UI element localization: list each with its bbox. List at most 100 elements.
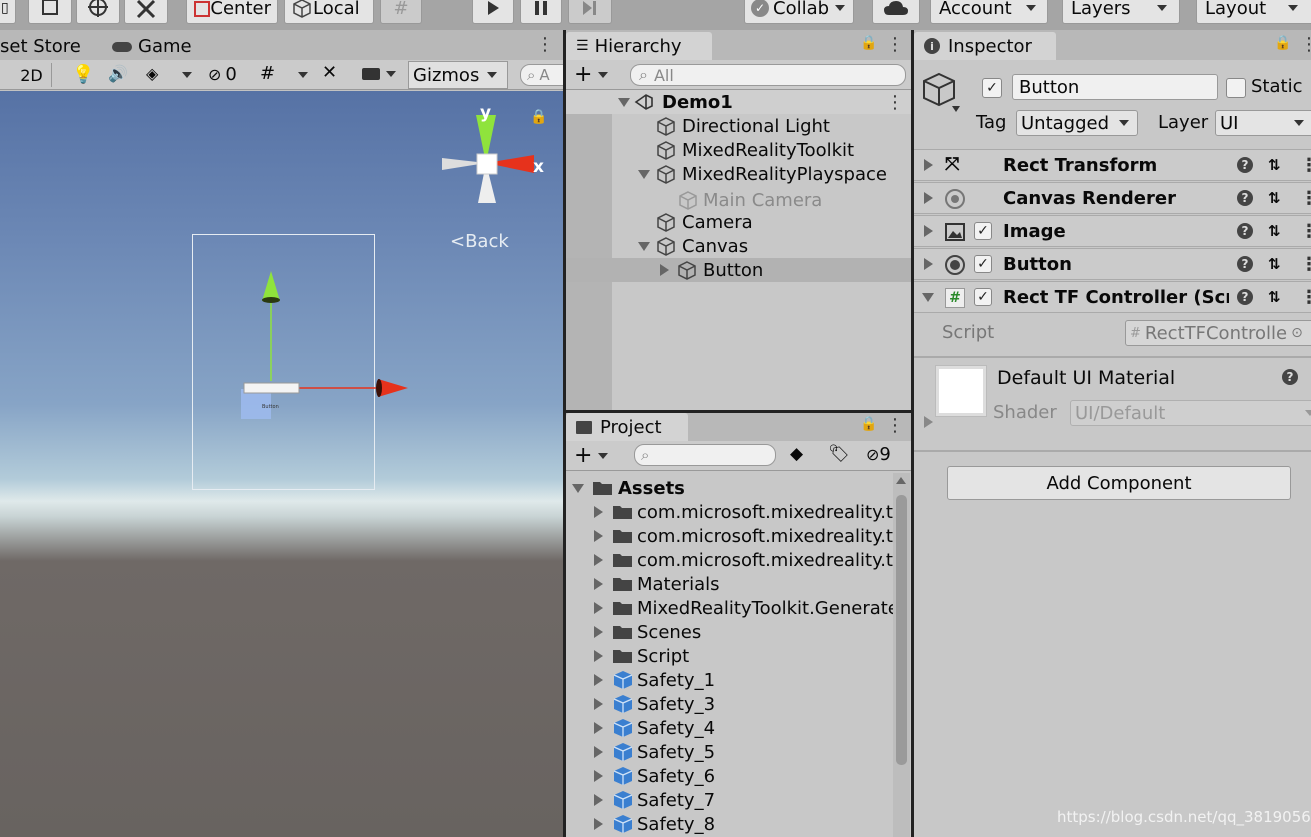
lock-icon[interactable]: 🔒 bbox=[1274, 35, 1291, 51]
component-enabled-checkbox[interactable]: ✓ bbox=[974, 288, 992, 306]
hierarchy-row[interactable]: MixedRealityToolkit bbox=[566, 138, 912, 162]
play-button[interactable] bbox=[472, 0, 514, 24]
hidden-packages-toggle[interactable]: ⊘ 9 bbox=[866, 444, 891, 465]
project-item-row[interactable]: Safety_5 bbox=[566, 740, 893, 764]
tools-icon[interactable]: ✕ bbox=[322, 62, 337, 83]
expand-toggle-icon[interactable] bbox=[594, 818, 603, 830]
expand-toggle-icon[interactable] bbox=[924, 258, 933, 270]
help-icon[interactable]: ? bbox=[1237, 190, 1253, 206]
object-name-input[interactable]: Button bbox=[1012, 74, 1218, 100]
expand-toggle-icon[interactable] bbox=[638, 170, 650, 179]
expand-toggle-icon[interactable] bbox=[924, 159, 933, 171]
help-icon[interactable]: ? bbox=[1237, 289, 1253, 305]
active-checkbox[interactable]: ✓ bbox=[982, 78, 1002, 98]
project-item-row[interactable]: Script bbox=[566, 644, 893, 668]
hierarchy-row[interactable]: Directional Light bbox=[566, 114, 912, 138]
component-menu-icon[interactable]: ⋮ bbox=[1300, 254, 1311, 275]
expand-toggle-icon[interactable] bbox=[572, 484, 584, 493]
add-component-button[interactable]: Add Component bbox=[947, 466, 1291, 500]
project-item-row[interactable]: com.microsoft.mixedreality.tc bbox=[566, 524, 893, 548]
component-menu-icon[interactable]: ⋮ bbox=[1300, 287, 1311, 308]
scroll-thumb[interactable] bbox=[896, 495, 907, 765]
expand-toggle-icon[interactable] bbox=[594, 530, 603, 542]
project-item-row[interactable]: Safety_8 bbox=[566, 812, 893, 836]
expand-toggle-icon[interactable] bbox=[924, 192, 933, 204]
project-scrollbar[interactable] bbox=[893, 473, 910, 837]
snap-button[interactable]: # bbox=[380, 0, 422, 24]
pivot-center-button[interactable]: Center bbox=[186, 0, 278, 24]
project-item-row[interactable]: com.microsoft.mixedreality.tc bbox=[566, 548, 893, 572]
tab-game[interactable]: Game bbox=[112, 36, 192, 57]
scene-menu-icon[interactable]: ⋮ bbox=[886, 92, 904, 113]
expand-toggle-icon[interactable] bbox=[594, 650, 603, 662]
component-canvas-renderer[interactable]: Canvas Renderer ? ⇅ ⋮ bbox=[914, 182, 1311, 214]
hierarchy-row-selected[interactable]: Button bbox=[566, 258, 912, 282]
expand-toggle-icon[interactable] bbox=[594, 722, 603, 734]
static-checkbox[interactable] bbox=[1226, 78, 1246, 98]
project-item-row[interactable]: MixedRealityToolkit.Generate bbox=[566, 596, 893, 620]
filter-by-label-icon[interactable]: 🏷 bbox=[828, 444, 850, 464]
tab-inspector[interactable]: i Inspector bbox=[914, 32, 1056, 60]
transform-tool-button[interactable] bbox=[76, 0, 120, 24]
component-button[interactable]: ✓ Button ? ⇅ ⋮ bbox=[914, 248, 1311, 280]
collapse-toggle-icon[interactable] bbox=[922, 293, 934, 302]
settings-sliders-icon[interactable]: ⇅ bbox=[1268, 255, 1281, 273]
expand-toggle-icon[interactable] bbox=[594, 578, 603, 590]
tab-hierarchy[interactable]: ☰ Hierarchy bbox=[566, 32, 712, 60]
settings-sliders-icon[interactable]: ⇅ bbox=[1268, 156, 1281, 174]
settings-sliders-icon[interactable]: ⇅ bbox=[1268, 222, 1281, 240]
expand-toggle-icon[interactable] bbox=[594, 554, 603, 566]
gameobject-cube-icon[interactable] bbox=[922, 72, 962, 116]
scroll-up-icon[interactable] bbox=[896, 477, 906, 484]
component-rect-transform[interactable]: ⤧ Rect Transform ? ⇅ ⋮ bbox=[914, 149, 1311, 181]
expand-toggle-icon[interactable] bbox=[594, 770, 603, 782]
expand-toggle-icon[interactable] bbox=[594, 674, 603, 686]
panel-menu-icon[interactable]: ⋮ bbox=[886, 34, 904, 55]
rect-tool-button[interactable] bbox=[28, 0, 72, 24]
custom-tool-button[interactable] bbox=[124, 0, 168, 24]
hierarchy-row[interactable]: Canvas bbox=[566, 234, 912, 258]
visibility-toggle[interactable]: ⊘ 0 bbox=[208, 64, 237, 85]
hierarchy-row[interactable]: Camera bbox=[566, 210, 912, 234]
project-item-row[interactable]: Safety_6 bbox=[566, 764, 893, 788]
chevron-down-icon[interactable] bbox=[298, 72, 308, 78]
settings-sliders-icon[interactable]: ⇅ bbox=[1268, 288, 1281, 306]
effects-icon[interactable]: ◈ bbox=[146, 64, 158, 83]
camera-dropdown[interactable] bbox=[362, 68, 396, 80]
tab-project[interactable]: Project bbox=[566, 413, 688, 441]
component-enabled-checkbox[interactable]: ✓ bbox=[974, 222, 992, 240]
expand-toggle-icon[interactable] bbox=[618, 98, 630, 107]
expand-toggle-icon[interactable] bbox=[924, 225, 933, 237]
component-menu-icon[interactable]: ⋮ bbox=[1300, 155, 1311, 176]
project-item-row[interactable]: Safety_3 bbox=[566, 692, 893, 716]
component-enabled-checkbox[interactable]: ✓ bbox=[974, 255, 992, 273]
hierarchy-row[interactable]: Demo1 ⋮ bbox=[566, 90, 912, 114]
project-item-row[interactable]: com.microsoft.mixedreality.tc bbox=[566, 500, 893, 524]
project-search-input[interactable]: ⌕ bbox=[634, 444, 776, 466]
tag-dropdown[interactable]: Untagged bbox=[1016, 110, 1138, 136]
move-gizmo[interactable] bbox=[236, 271, 416, 441]
layers-dropdown[interactable]: Layers bbox=[1062, 0, 1180, 24]
create-dropdown[interactable]: + bbox=[574, 62, 609, 87]
step-button[interactable] bbox=[568, 0, 612, 24]
chevron-down-icon[interactable] bbox=[182, 72, 192, 78]
pivot-local-button[interactable]: Local bbox=[284, 0, 374, 24]
filter-by-type-icon[interactable]: ◆ bbox=[790, 444, 803, 464]
create-dropdown[interactable]: + bbox=[574, 443, 609, 468]
lock-icon[interactable]: 🔒 bbox=[860, 416, 877, 432]
hierarchy-row[interactable]: Main Camera bbox=[566, 188, 912, 212]
layout-dropdown[interactable]: Layout bbox=[1196, 0, 1311, 24]
audio-icon[interactable]: 🔊 bbox=[108, 64, 128, 83]
lock-icon[interactable]: 🔒 bbox=[860, 35, 877, 51]
help-icon[interactable]: ? bbox=[1282, 369, 1298, 385]
expand-toggle-icon[interactable] bbox=[594, 794, 603, 806]
component-menu-icon[interactable]: ⋮ bbox=[1300, 188, 1311, 209]
expand-toggle-icon[interactable] bbox=[594, 698, 603, 710]
component-rect-tf-controller[interactable]: # ✓ Rect TF Controller (Scrip ? ⇅ ⋮ bbox=[914, 281, 1311, 313]
settings-sliders-icon[interactable]: ⇅ bbox=[1268, 189, 1281, 207]
scene-viewport[interactable]: 🔒 y x <Back Button bbox=[0, 91, 563, 837]
project-root-row[interactable]: Assets bbox=[566, 476, 893, 500]
lightbulb-icon[interactable]: 💡 bbox=[72, 64, 94, 85]
pause-button[interactable] bbox=[520, 0, 562, 24]
project-item-row[interactable]: Safety_4 bbox=[566, 716, 893, 740]
